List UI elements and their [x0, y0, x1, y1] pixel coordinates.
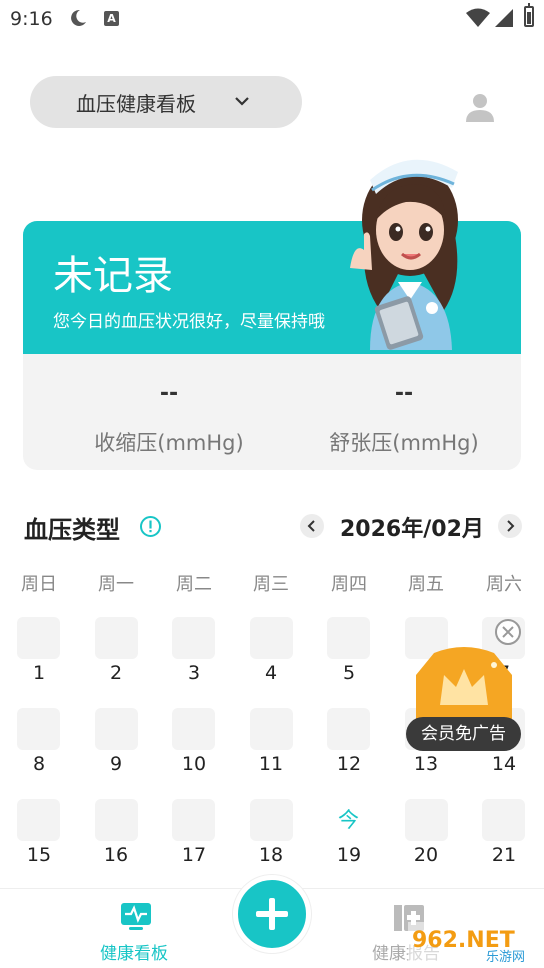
calendar-day-number: 8	[32, 753, 46, 775]
calendar-day-number: 16	[103, 844, 129, 866]
chevron-right-icon	[507, 520, 515, 532]
calendar-day-number: 2	[109, 662, 123, 684]
calendar-day-number: 3	[187, 662, 201, 684]
a-icon: A	[104, 11, 119, 26]
record-status-message: 您今日的血压状况很好，尽量保持哦	[53, 312, 325, 332]
systolic-value: --	[159, 381, 179, 406]
systolic-label: 收缩压(mmHg)	[94, 431, 244, 455]
weekday-sun: 周日	[21, 574, 57, 595]
wifi-icon	[466, 8, 490, 27]
calendar-day-number: 1	[32, 662, 46, 684]
calendar-day-cell[interactable]	[95, 617, 138, 659]
calendar-day-cell[interactable]	[95, 799, 138, 841]
calendar-day-number: 21	[491, 844, 517, 866]
weekday-sat: 周六	[486, 574, 522, 595]
calendar-day-cell[interactable]	[17, 799, 60, 841]
calendar-day-cell[interactable]	[250, 617, 293, 659]
signal-icon	[495, 9, 513, 27]
calendar-day-number: 12	[336, 753, 362, 775]
diastolic-label: 舒张压(mmHg)	[329, 431, 479, 455]
month-label: 2026年/02月	[340, 517, 484, 542]
calendar-day-cell[interactable]	[172, 708, 215, 750]
calendar-day-number: 18	[258, 844, 284, 866]
weekday-thu: 周四	[331, 574, 367, 595]
calendar-day-number: 15	[26, 844, 52, 866]
weekday-tue: 周二	[176, 574, 212, 595]
calendar-day-cell[interactable]	[17, 617, 60, 659]
calendar-day-number: 20	[413, 844, 439, 866]
nurse-illustration	[350, 159, 458, 350]
dashboard-select-label: 血压健康看板	[76, 91, 196, 116]
calendar-day-number: 11	[258, 753, 284, 775]
next-month-button[interactable]	[498, 514, 522, 538]
nav-dashboard-label[interactable]: 健康看板	[100, 939, 168, 964]
calendar-day-cell[interactable]	[327, 708, 370, 750]
profile-icon[interactable]	[464, 92, 496, 124]
calendar-day-number: 13	[413, 753, 439, 775]
calendar-day-number: 14	[491, 753, 517, 775]
calendar-day-number: 10	[181, 753, 207, 775]
info-icon[interactable]	[139, 515, 162, 538]
calendar-day-cell[interactable]	[17, 708, 60, 750]
diastolic-value: --	[394, 381, 414, 406]
today-marker[interactable]: 今	[327, 799, 370, 841]
dashboard-select[interactable]: 血压健康看板	[30, 76, 302, 128]
section-title: 血压类型	[24, 516, 120, 544]
site-watermark-logo: 962.NET 乐游网	[408, 922, 540, 964]
calendar-day-cell[interactable]	[482, 799, 525, 841]
weekday-mon: 周一	[98, 574, 134, 595]
calendar-day-number: 17	[181, 844, 207, 866]
record-status-title: 未记录	[53, 253, 173, 299]
chevron-left-icon	[307, 520, 315, 532]
calendar-day-cell[interactable]	[250, 708, 293, 750]
weekday-wed: 周三	[253, 574, 289, 595]
calendar-day-cell[interactable]	[95, 708, 138, 750]
moon-icon	[71, 9, 86, 26]
status-time: 9:16	[10, 8, 53, 30]
crown-badge-icon[interactable]	[414, 645, 514, 725]
battery-icon	[524, 3, 534, 27]
calendar-day-number: 5	[342, 662, 356, 684]
calendar-day-cell[interactable]	[327, 617, 370, 659]
remove-ads-label[interactable]: 会员免广告	[406, 717, 521, 751]
add-record-button[interactable]	[233, 875, 311, 953]
heart-monitor-icon[interactable]	[119, 899, 153, 933]
calendar-day-number: 4	[264, 662, 278, 684]
watermark-subtext: 乐游网	[486, 950, 525, 964]
chevron-down-icon	[235, 97, 249, 106]
calendar-day-cell[interactable]	[250, 799, 293, 841]
calendar-day-cell[interactable]	[405, 799, 448, 841]
plus-icon	[256, 898, 288, 930]
weekday-fri: 周五	[408, 574, 444, 595]
calendar-day-cell[interactable]	[172, 617, 215, 659]
calendar-day-cell[interactable]	[172, 799, 215, 841]
calendar-day-number: 19	[336, 844, 362, 866]
calendar-day-number: 9	[109, 753, 123, 775]
close-icon[interactable]	[494, 618, 522, 646]
prev-month-button[interactable]	[300, 514, 324, 538]
status-bar: 9:16 A	[0, 0, 544, 40]
